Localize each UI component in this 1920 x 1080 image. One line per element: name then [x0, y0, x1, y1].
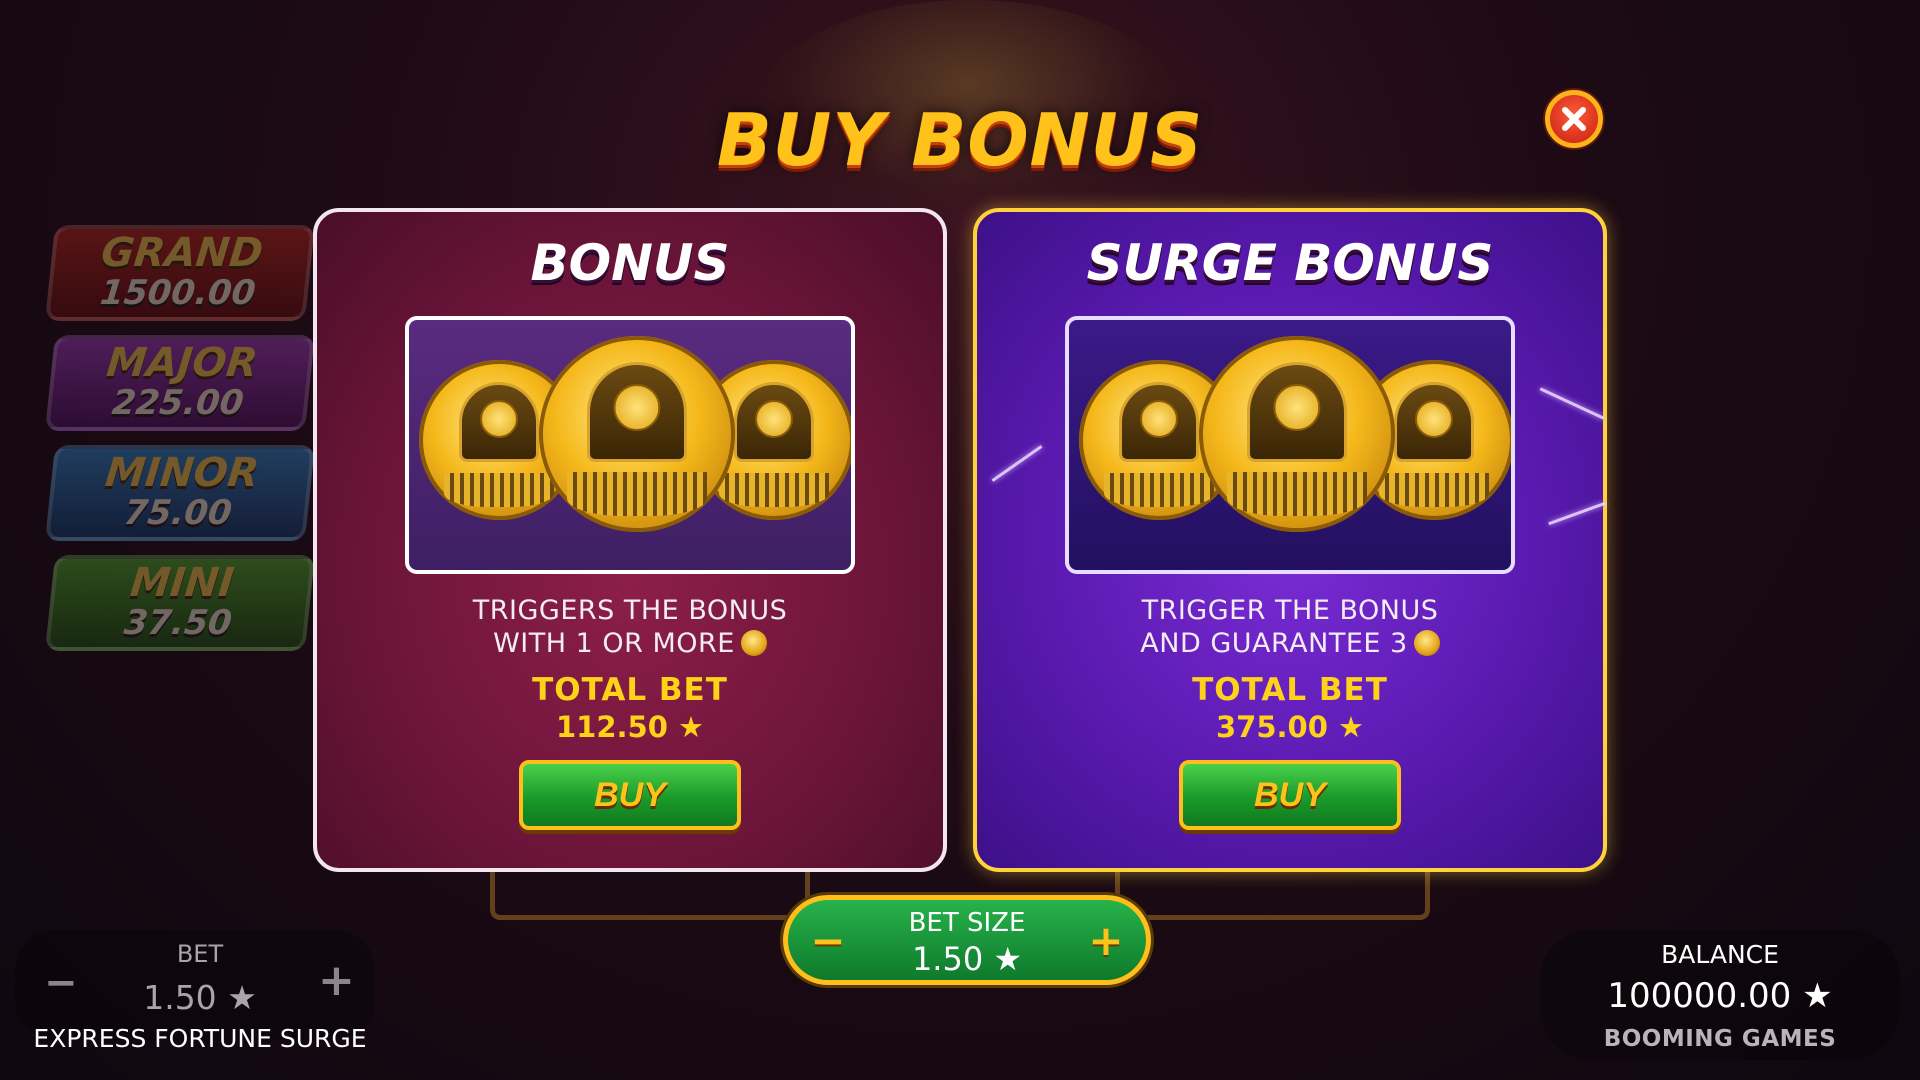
star-icon: ★ [1338, 710, 1365, 744]
balance-value-row: 100000.00 ★ [1520, 976, 1920, 1016]
bonus-desc-line1: TRIGGERS THE BONUS [472, 595, 788, 626]
jackpot-major: MAJOR 225.00 [44, 335, 316, 431]
surge-total-bet-row: 375.00 ★ [977, 710, 1603, 744]
brand-logo: BOOMING GAMES [1603, 1026, 1837, 1052]
surge-desc-line2: AND GUARANTEE 3 [1140, 628, 1408, 659]
bet-value: 1.50 [143, 978, 217, 1017]
jackpot-mini: MINI 37.50 [44, 555, 316, 651]
surge-total-bet-label: TOTAL BET [1192, 672, 1388, 708]
surge-card-title: SURGE BONUS [1086, 234, 1494, 292]
bet-size-control: − BET SIZE 1.50 ★ + [783, 895, 1151, 985]
bonus-total-bet-value: 112.50 [555, 710, 668, 744]
lightning-decoration [991, 445, 1043, 482]
jackpot-value: 1500.00 [98, 272, 258, 313]
jackpot-name: GRAND [99, 229, 266, 276]
train-coin-icon [1199, 336, 1395, 532]
bonus-description: TRIGGERS THE BONUS WITH 1 OR MORE [317, 594, 943, 660]
jackpot-name: MINI [128, 559, 237, 606]
bonus-train-coins-image [405, 316, 855, 574]
train-coin-icon [740, 630, 767, 656]
lightning-decoration [1548, 501, 1606, 526]
jackpot-minor: MINOR 75.00 [44, 445, 316, 541]
jackpot-grand: GRAND 1500.00 [44, 225, 316, 321]
bonus-total-bet-row: 112.50 ★ [317, 710, 943, 744]
surge-description: TRIGGER THE BONUS AND GUARANTEE 3 [977, 594, 1603, 660]
jackpot-value: 37.50 [122, 602, 234, 643]
close-x-icon [1562, 107, 1586, 131]
surge-total-bet-value: 375.00 [1215, 710, 1328, 744]
jackpot-name: MAJOR [104, 339, 260, 386]
jackpot-value: 75.00 [122, 492, 234, 533]
bet-increase-button[interactable]: + [318, 955, 355, 1006]
close-button[interactable] [1545, 90, 1603, 148]
bet-size-decrease-button[interactable]: − [810, 920, 846, 962]
train-coin-icon [539, 336, 735, 532]
bet-size-value: 1.50 [911, 940, 984, 978]
bonus-desc-line2-row: WITH 1 OR MORE [317, 627, 943, 660]
bonus-desc-line2: WITH 1 OR MORE [493, 628, 735, 659]
bonus-buy-button[interactable]: BUY [519, 760, 741, 830]
jackpot-value: 225.00 [110, 382, 246, 423]
balance-value: 100000.00 [1607, 976, 1792, 1016]
bonus-card-title: BONUS [530, 234, 730, 292]
surge-bonus-card: SURGE BONUS TRIGGER THE BONUS AND GUARAN… [973, 208, 1607, 872]
balance-label: BALANCE [1661, 940, 1779, 969]
surge-desc-line2-row: AND GUARANTEE 3 [977, 627, 1603, 660]
buy-bonus-title: BUY BONUS [716, 98, 1204, 182]
star-icon: ★ [227, 978, 257, 1017]
game-name: EXPRESS FORTUNE SURGE [33, 1024, 367, 1053]
train-coin-icon [1413, 630, 1440, 656]
surge-train-coins-image [1065, 316, 1515, 574]
bonus-card: BONUS TRIGGERS THE BONUS WITH 1 OR MORE … [313, 208, 947, 872]
star-icon: ★ [1802, 976, 1833, 1016]
jackpot-name: MINOR [103, 449, 262, 496]
surge-buy-button[interactable]: BUY [1179, 760, 1401, 830]
bet-size-increase-button[interactable]: + [1088, 920, 1124, 962]
bonus-total-bet-label: TOTAL BET [532, 672, 728, 708]
lightning-decoration [1539, 387, 1605, 420]
star-icon: ★ [678, 710, 705, 744]
jackpot-panel: GRAND 1500.00 MAJOR 225.00 MINOR 75.00 M… [44, 225, 316, 665]
star-icon: ★ [993, 940, 1023, 978]
surge-desc-line1: TRIGGER THE BONUS [1141, 595, 1439, 626]
